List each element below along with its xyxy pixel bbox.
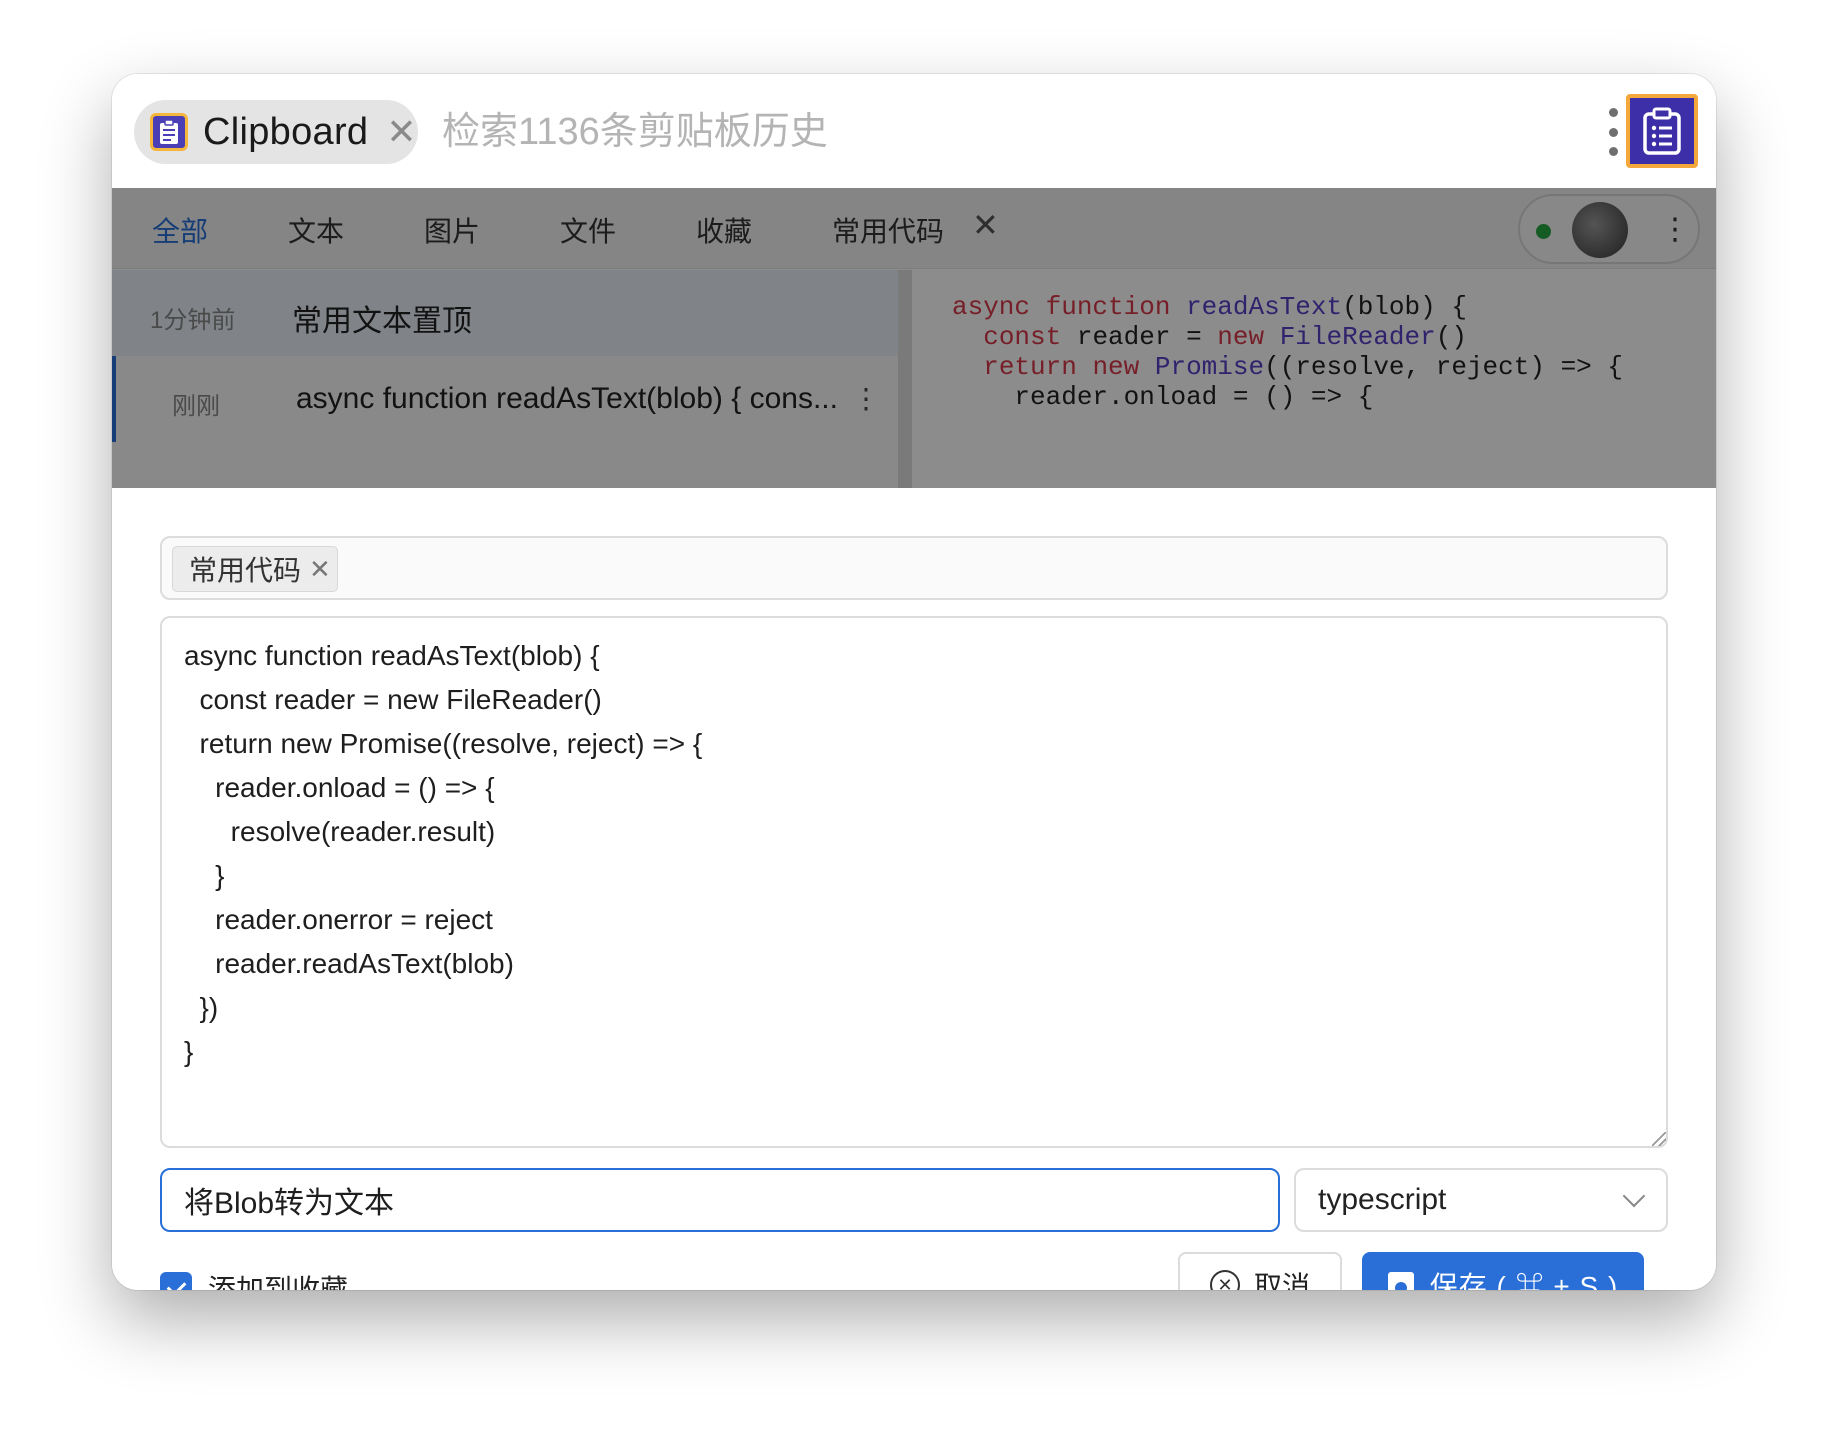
- save-label: 保存 ( ⌘ + S ): [1429, 1271, 1619, 1290]
- favorite-label: 添加到收藏: [208, 1274, 349, 1290]
- circle-x-icon: ✕: [1209, 1270, 1240, 1290]
- code-editor[interactable]: async function readAsText(blob) { const …: [160, 616, 1668, 1148]
- clipboard-window: Clipboard ✕ 全部 文本 图片 文件 收藏: [112, 74, 1716, 1290]
- save-button[interactable]: 保存 ( ⌘ + S ): [1362, 1252, 1644, 1290]
- modal-overlay: [112, 188, 1716, 488]
- language-select[interactable]: typescript: [1294, 1168, 1668, 1232]
- tag-label: 常用代码: [189, 555, 302, 586]
- language-value: typescript: [1318, 1183, 1447, 1216]
- cancel-label: 取消: [1253, 1271, 1310, 1290]
- app-chip[interactable]: Clipboard ✕: [134, 100, 418, 164]
- favorite-option[interactable]: 添加到收藏: [160, 1266, 348, 1290]
- favorite-checkbox[interactable]: [160, 1272, 192, 1290]
- tag-input[interactable]: 常用代码 ✕: [160, 536, 1668, 600]
- more-vertical-icon[interactable]: [1602, 108, 1624, 156]
- resize-handle[interactable]: [1652, 1132, 1666, 1146]
- tag-chip: 常用代码 ✕: [172, 546, 338, 592]
- chevron-down-icon: [1622, 1184, 1646, 1208]
- edit-dialog: 常用代码 ✕ async function readAsText(blob) {…: [112, 488, 1716, 1290]
- close-icon[interactable]: ✕: [309, 554, 331, 585]
- clipboard-icon: [150, 113, 188, 151]
- floppy-disk-icon: [1387, 1272, 1414, 1290]
- cancel-button[interactable]: ✕ 取消: [1178, 1252, 1342, 1290]
- search-input[interactable]: [442, 104, 1342, 160]
- title-input[interactable]: [160, 1168, 1280, 1232]
- app-name: Clipboard: [203, 110, 369, 153]
- search-bar: Clipboard ✕: [112, 74, 1716, 188]
- clipboard-list-icon[interactable]: [1626, 94, 1698, 168]
- close-icon[interactable]: ✕: [386, 114, 416, 150]
